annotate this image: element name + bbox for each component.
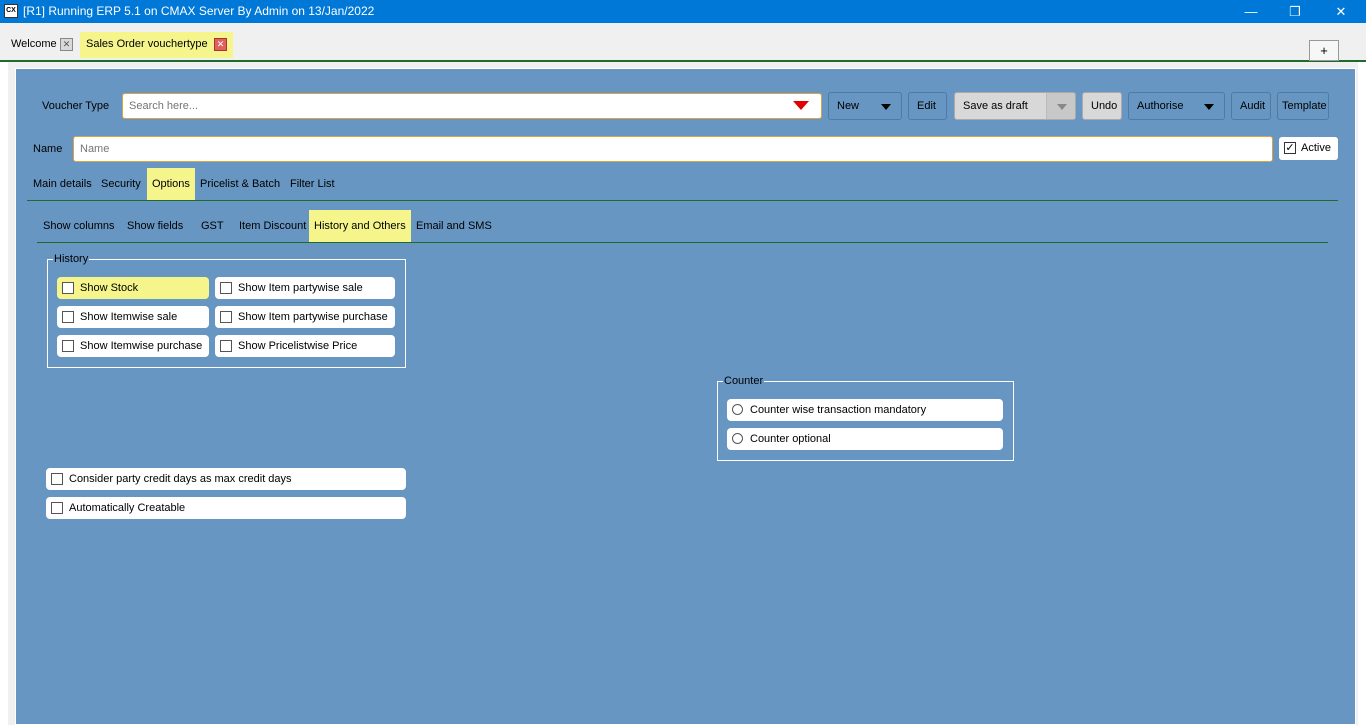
checkbox-icon[interactable]: [51, 473, 63, 485]
save-as-draft-button[interactable]: Save as draft: [954, 92, 1047, 120]
checkbox-icon[interactable]: [51, 502, 63, 514]
automatically-creatable-option[interactable]: Automatically Creatable: [46, 497, 406, 519]
tab-welcome[interactable]: Welcome ✕: [5, 32, 77, 58]
show-itemwise-purchase-label: Show Itemwise purchase: [80, 340, 203, 352]
counter-optional-label: Counter optional: [750, 433, 831, 445]
undo-button[interactable]: Undo: [1082, 92, 1122, 120]
voucher-type-label: Voucher Type: [42, 100, 110, 112]
audit-button[interactable]: Audit: [1231, 92, 1271, 120]
checkbox-icon[interactable]: [220, 282, 232, 294]
template-button[interactable]: Template: [1277, 92, 1329, 120]
window-title: [R1] Running ERP 5.1 on CMAX Server By A…: [23, 4, 375, 18]
name-input[interactable]: [80, 143, 1260, 155]
counter-wise-mandatory-label: Counter wise transaction mandatory: [750, 404, 927, 416]
save-as-draft-dropdown[interactable]: [1046, 92, 1076, 120]
automatically-creatable-label: Automatically Creatable: [69, 502, 186, 514]
tab-filter-list[interactable]: Filter List: [285, 168, 340, 200]
show-pricelistwise-price-option[interactable]: Show Pricelistwise Price: [215, 335, 395, 357]
counter-optional-option[interactable]: Counter optional: [727, 428, 1003, 450]
sub-tabs-divider: [37, 242, 1328, 243]
tab-welcome-close-icon[interactable]: ✕: [60, 38, 73, 51]
minimize-icon[interactable]: —: [1228, 0, 1274, 23]
consider-party-credit-days-label: Consider party credit days as max credit…: [69, 473, 292, 485]
tab-security[interactable]: Security: [96, 168, 146, 200]
tab-sales-order-close-icon[interactable]: ✕: [214, 38, 227, 51]
add-tab-button[interactable]: +: [1309, 40, 1339, 61]
checkbox-icon[interactable]: [62, 340, 74, 352]
checkbox-icon[interactable]: [220, 311, 232, 323]
checkbox-icon[interactable]: [62, 282, 74, 294]
new-button[interactable]: New: [828, 92, 902, 120]
dropdown-arrow-icon[interactable]: [793, 101, 809, 110]
chevron-down-icon: [881, 104, 891, 110]
title-bar: CX [R1] Running ERP 5.1 on CMAX Server B…: [0, 0, 1366, 23]
radio-icon[interactable]: [732, 433, 743, 444]
show-pricelistwise-price-label: Show Pricelistwise Price: [238, 340, 358, 352]
tab-pricelist-batch[interactable]: Pricelist & Batch: [195, 168, 285, 200]
counter-group-title: Counter: [723, 375, 765, 387]
show-itemwise-sale-label: Show Itemwise sale: [80, 311, 178, 323]
tab-show-columns[interactable]: Show columns: [38, 210, 120, 242]
authorise-button[interactable]: Authorise: [1128, 92, 1225, 120]
tab-options[interactable]: Options: [147, 168, 195, 200]
checkbox-icon[interactable]: [220, 340, 232, 352]
tab-main-details[interactable]: Main details: [28, 168, 97, 200]
show-itemwise-sale-option[interactable]: Show Itemwise sale: [57, 306, 209, 328]
tab-item-discount[interactable]: Item Discount: [234, 210, 311, 242]
active-label: Active: [1301, 142, 1331, 154]
show-item-partywise-sale-label: Show Item partywise sale: [238, 282, 363, 294]
checkbox-icon[interactable]: [62, 311, 74, 323]
main-tabs-divider: [27, 200, 1338, 201]
show-stock-option[interactable]: Show Stock: [57, 277, 209, 299]
tab-sales-order-label: Sales Order vouchertype: [86, 38, 208, 50]
app-logo-icon: CX: [4, 4, 18, 18]
show-item-partywise-purchase-label: Show Item partywise purchase: [238, 311, 388, 323]
name-label: Name: [33, 143, 63, 155]
active-checkbox[interactable]: ✓ Active: [1279, 137, 1338, 160]
counter-wise-mandatory-option[interactable]: Counter wise transaction mandatory: [727, 399, 1003, 421]
edit-button[interactable]: Edit: [908, 92, 947, 120]
history-group-title: History: [53, 253, 90, 265]
workspace: [15, 68, 1356, 725]
show-itemwise-purchase-option[interactable]: Show Itemwise purchase: [57, 335, 209, 357]
tab-welcome-label: Welcome: [11, 38, 57, 50]
voucher-type-search[interactable]: [122, 93, 822, 119]
document-tab-strip: Welcome ✕ Sales Order vouchertype ✕ +: [0, 23, 1366, 62]
tab-gst[interactable]: GST: [196, 210, 229, 242]
show-item-partywise-purchase-option[interactable]: Show Item partywise purchase: [215, 306, 395, 328]
authorise-button-label: Authorise: [1137, 100, 1184, 112]
new-button-label: New: [837, 100, 860, 112]
name-field[interactable]: [73, 136, 1273, 162]
chevron-down-icon: [1204, 104, 1214, 110]
consider-party-credit-days-option[interactable]: Consider party credit days as max credit…: [46, 468, 406, 490]
tab-history-and-others[interactable]: History and Others: [309, 210, 411, 242]
voucher-type-search-input[interactable]: [129, 100, 769, 112]
show-item-partywise-sale-option[interactable]: Show Item partywise sale: [215, 277, 395, 299]
tab-show-fields[interactable]: Show fields: [122, 210, 188, 242]
active-check-icon[interactable]: ✓: [1284, 142, 1296, 154]
show-stock-label: Show Stock: [80, 282, 139, 294]
close-icon[interactable]: ✕: [1318, 0, 1364, 23]
radio-icon[interactable]: [732, 404, 743, 415]
tab-email-and-sms[interactable]: Email and SMS: [411, 210, 497, 242]
tab-sales-order-vouchertype[interactable]: Sales Order vouchertype ✕: [80, 32, 233, 58]
chevron-down-icon: [1057, 104, 1067, 110]
restore-icon[interactable]: ❐: [1272, 0, 1318, 23]
